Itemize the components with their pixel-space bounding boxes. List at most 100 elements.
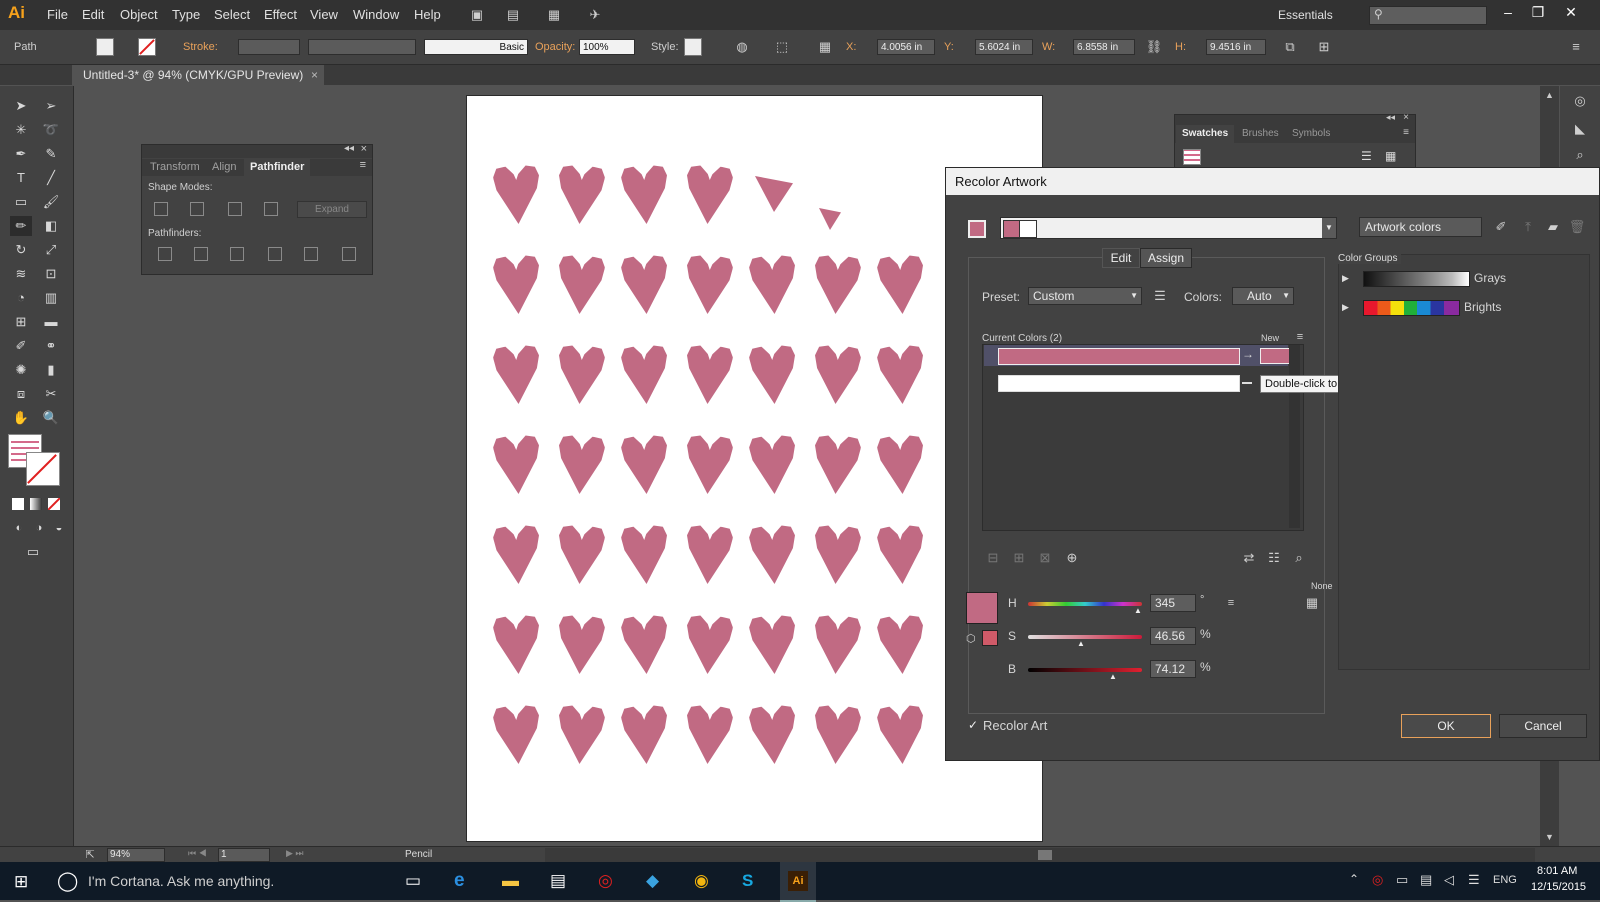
hue-slider[interactable] [1028, 602, 1142, 606]
adobe-tray-icon[interactable]: ◎ [1372, 872, 1383, 888]
heart-shape[interactable] [621, 525, 670, 585]
cancel-button[interactable]: Cancel [1499, 714, 1587, 738]
line-tool-icon[interactable]: ╱ [40, 168, 62, 188]
cortana-search[interactable]: I'm Cortana. Ask me anything. [88, 873, 274, 889]
heart-shape[interactable] [685, 615, 734, 675]
hue-slider-thumb[interactable]: ▲ [1134, 606, 1142, 615]
first-page-icon[interactable]: ⏮ ◀ [188, 848, 207, 859]
heart-shape[interactable] [749, 705, 798, 765]
color-reduction-options-icon[interactable]: ☰ [1151, 287, 1169, 305]
heart-shape[interactable] [685, 435, 734, 495]
illustrator-taskbar-button[interactable]: Ai [780, 862, 816, 902]
type-tool-icon[interactable]: T [10, 168, 32, 188]
tab-symbols[interactable]: Symbols [1287, 125, 1335, 143]
outline-icon[interactable] [304, 247, 318, 261]
heart-shape[interactable] [621, 435, 670, 495]
kodi-icon[interactable]: ◆ [646, 871, 659, 891]
hand-tool-icon[interactable]: ✋ [10, 408, 32, 428]
brightness-slider[interactable] [1028, 668, 1142, 672]
eyedropper-tool-icon[interactable]: ✐ [10, 336, 32, 356]
stroke-swatch[interactable] [138, 38, 156, 56]
saturation-slider-thumb[interactable]: ▲ [1077, 639, 1085, 648]
trim-icon[interactable] [194, 247, 208, 261]
heart-shape[interactable] [557, 255, 606, 315]
color-library-icon[interactable]: ▦ [1303, 594, 1321, 612]
brightness-field[interactable]: 74.12 [1150, 660, 1196, 678]
direct-selection-tool-icon[interactable]: ➢ [40, 96, 62, 116]
brights-group-label[interactable]: Brights [1464, 300, 1501, 314]
preset-select[interactable]: Custom ▼ [1028, 287, 1142, 305]
windows-start-icon[interactable]: ⊞ [14, 872, 28, 892]
heart-shape[interactable] [557, 525, 606, 585]
pen-tool-icon[interactable]: ✒ [10, 144, 32, 164]
zoom-field[interactable]: 94% [107, 848, 165, 862]
creative-cloud-icon[interactable]: ◎ [598, 871, 613, 891]
file-explorer-icon[interactable]: ▬ [502, 871, 519, 891]
appearance-icon[interactable]: ⌕ [1571, 146, 1589, 164]
store-icon[interactable]: ▤ [550, 871, 566, 891]
heart-shape[interactable] [557, 435, 606, 495]
column-graph-tool-icon[interactable]: ▮ [40, 360, 62, 380]
menu-edit[interactable]: Edit [82, 7, 104, 22]
minus-back-icon[interactable] [342, 247, 356, 261]
align-to-icon[interactable]: ⬚ [773, 38, 791, 56]
gradient-panel-icon[interactable]: ◣ [1571, 120, 1589, 138]
color-row-1[interactable]: → [984, 345, 1290, 366]
close-window-button[interactable]: ✕ [1556, 4, 1586, 24]
panel-menu-icon[interactable]: ≡ [1567, 38, 1585, 56]
crop-icon[interactable] [268, 247, 282, 261]
screen-mode-icon[interactable]: ▭ [22, 542, 44, 562]
tab-pathfinder[interactable]: Pathfinder [244, 159, 311, 176]
arrange-documents-icon[interactable]: ▦ [545, 6, 563, 24]
edge-icon[interactable]: e [454, 870, 465, 892]
color-row-2[interactable] [984, 372, 1288, 393]
ok-button[interactable]: OK [1401, 714, 1491, 738]
hue-field[interactable]: 345 [1150, 594, 1196, 612]
constrain-proportions-icon[interactable]: ⛓ [1145, 38, 1163, 56]
get-colors-from-selection-swatch[interactable] [968, 220, 986, 238]
task-view-icon[interactable]: ▭ [405, 871, 421, 891]
separate-colors-icon[interactable]: ⊞ [1010, 549, 1028, 567]
tab-swatches[interactable]: Swatches [1176, 125, 1235, 143]
color-mode-menu-icon[interactable]: ≡ [1222, 594, 1240, 612]
graphic-style-swatch[interactable] [684, 38, 702, 56]
collapse-icon[interactable]: ◂◂ [1386, 112, 1395, 123]
heart-shape[interactable] [813, 435, 862, 495]
current-color-bar-1[interactable] [998, 348, 1240, 365]
menu-type[interactable]: Type [172, 7, 200, 22]
randomly-change-order-icon[interactable]: ⇄ [1240, 549, 1258, 567]
heart-shape[interactable] [493, 345, 542, 405]
recolor-art-label[interactable]: Recolor Art [983, 718, 1047, 733]
delete-icon[interactable]: 🗑 [1568, 218, 1586, 236]
heart-shape[interactable] [685, 525, 734, 585]
battery-icon[interactable]: ▭ [1396, 872, 1408, 888]
menu-object[interactable]: Object [120, 7, 158, 22]
swatch-thumbnail[interactable] [1183, 149, 1201, 165]
isolate-object-icon[interactable]: ⧉ [1281, 38, 1299, 56]
color-group-preview[interactable]: ▼ [1000, 217, 1337, 239]
heart-shape[interactable] [557, 345, 606, 405]
exclude-icon[interactable] [264, 202, 278, 216]
clock-date[interactable]: 12/15/2015 [1531, 881, 1586, 893]
none-mode-icon[interactable] [48, 498, 60, 510]
heart-shape[interactable] [493, 705, 542, 765]
heart-shape[interactable] [749, 345, 798, 405]
show-hidden-icons-icon[interactable]: ⌃ [1349, 872, 1359, 886]
menu-file[interactable]: File [47, 7, 68, 22]
symbol-sprayer-tool-icon[interactable]: ✺ [10, 360, 32, 380]
rectangle-tool-icon[interactable]: ▭ [10, 192, 32, 212]
out-of-gamut-swatch[interactable] [982, 630, 998, 646]
menu-help[interactable]: Help [414, 7, 441, 22]
opacity-field[interactable]: 100% [579, 39, 635, 55]
current-tool-status[interactable]: Pencil [405, 849, 432, 860]
heart-shape[interactable] [749, 255, 798, 315]
eraser-tool-icon[interactable]: ◧ [40, 216, 62, 236]
draw-inside-icon[interactable]: ◒ [48, 518, 70, 538]
close-panel-icon[interactable]: × [1403, 112, 1409, 123]
stroke-label[interactable]: Stroke: [183, 41, 218, 53]
heart-shape[interactable] [749, 525, 798, 585]
heart-shape[interactable] [557, 705, 606, 765]
cortana-icon[interactable]: ◯ [57, 870, 78, 893]
magic-wand-tool-icon[interactable]: ✳ [10, 120, 32, 140]
heart-shape[interactable] [621, 165, 670, 225]
